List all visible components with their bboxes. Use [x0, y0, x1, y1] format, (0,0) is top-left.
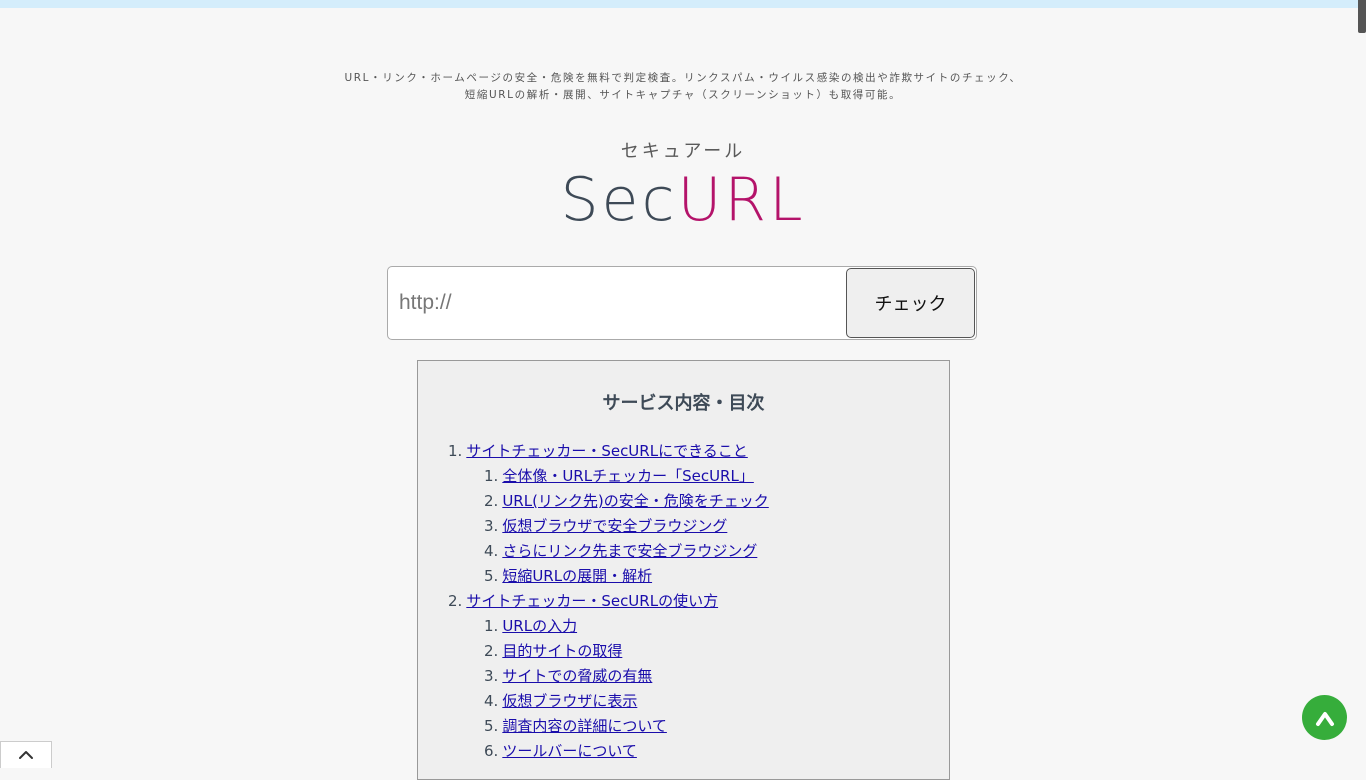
tagline-line-1: URL・リンク・ホームページの安全・危険を無料で判定検査。リンクスパム・ウイルス…	[344, 72, 1022, 84]
toc-item: 2. 目的サイトの取得	[448, 639, 769, 664]
top-accent-bar	[0, 0, 1366, 8]
toc-link[interactable]: ツールバーについて	[502, 742, 637, 760]
toc-link[interactable]: 調査内容の詳細について	[502, 717, 667, 735]
toc-item-number: 1.	[448, 442, 463, 460]
toc-item-number: 2.	[484, 642, 499, 660]
scroll-to-top-button[interactable]	[1302, 695, 1347, 740]
logo-url-text: URL	[677, 165, 806, 235]
toc-item: 1. サイトチェッカー・SecURLにできること	[448, 439, 769, 464]
toc-item-number: 5.	[484, 567, 499, 585]
toc-link[interactable]: サイトチェッカー・SecURLにできること	[466, 442, 747, 460]
toc-item-number: 1.	[484, 617, 499, 635]
toc-item: 6. ツールバーについて	[448, 739, 769, 764]
toc-item-number: 2.	[448, 592, 463, 610]
toc-item: 3. 仮想ブラウザで安全ブラウジング	[448, 514, 769, 539]
toc-item: 2. URL(リンク先)の安全・危険をチェック	[448, 489, 769, 514]
logo-kana: セキュアール	[620, 141, 746, 162]
toc-item-number: 2.	[484, 492, 499, 510]
toc-link[interactable]: さらにリンク先まで安全ブラウジング	[502, 542, 757, 560]
toc-link[interactable]: 仮想ブラウザで安全ブラウジング	[502, 517, 727, 535]
toc-item-number: 1.	[484, 467, 499, 485]
url-search-form: チェック	[387, 266, 977, 340]
toc-item: 1. 全体像・URLチェッカー「SecURL」	[448, 464, 769, 489]
site-tagline: URL・リンク・ホームページの安全・危険を無料で判定検査。リンクスパム・ウイルス…	[0, 70, 1366, 104]
toc-link[interactable]: サイトチェッカー・SecURLの使い方	[466, 592, 718, 610]
tagline-line-2: 短縮URLの解析・展開、サイトキャプチャ（スクリーンショット）も取得可能。	[464, 89, 902, 101]
toc-item: 4. さらにリンク先まで安全ブラウジング	[448, 539, 769, 564]
chevron-up-icon	[19, 751, 33, 759]
toc-item-number: 4.	[484, 692, 499, 710]
toc-link[interactable]: 短縮URLの展開・解析	[502, 567, 652, 585]
toc-link[interactable]: サイトでの脅威の有無	[502, 667, 652, 685]
toc-item: 1. URLの入力	[448, 614, 769, 639]
toc-item: 5. 調査内容の詳細について	[448, 714, 769, 739]
toc-title: サービス内容・目次	[602, 393, 765, 414]
toc-item-number: 6.	[484, 742, 499, 760]
toc-item: 5. 短縮URLの展開・解析	[448, 564, 769, 589]
site-logo[interactable]: SecURL	[0, 162, 1366, 238]
logo-sec-text: Sec	[560, 165, 678, 235]
bottom-toggle-tab[interactable]	[0, 741, 52, 768]
toc-link[interactable]: URLの入力	[502, 617, 577, 635]
toc-item: 4. 仮想ブラウザに表示	[448, 689, 769, 714]
toc-item-number: 3.	[484, 517, 499, 535]
toc-item: 2. サイトチェッカー・SecURLの使い方	[448, 589, 769, 614]
toc-item-number: 4.	[484, 542, 499, 560]
toc-link[interactable]: 目的サイトの取得	[502, 642, 622, 660]
check-button[interactable]: チェック	[846, 268, 975, 338]
toc-link[interactable]: 全体像・URLチェッカー「SecURL」	[502, 467, 754, 485]
scrollbar-thumb[interactable]	[1358, 0, 1366, 33]
toc-item-number: 3.	[484, 667, 499, 685]
url-input[interactable]	[389, 268, 844, 338]
toc-item: 3. サイトでの脅威の有無	[448, 664, 769, 689]
table-of-contents: サービス内容・目次 1. サイトチェッカー・SecURLにできること 1. 全体像・U…	[417, 360, 950, 780]
toc-item-number: 5.	[484, 717, 499, 735]
double-chevron-up-icon	[1315, 711, 1334, 726]
toc-list: 1. サイトチェッカー・SecURLにできること 1. 全体像・URLチェッカー「Se…	[448, 439, 769, 764]
toc-link[interactable]: URL(リンク先)の安全・危険をチェック	[502, 492, 768, 510]
toc-link[interactable]: 仮想ブラウザに表示	[502, 692, 637, 710]
